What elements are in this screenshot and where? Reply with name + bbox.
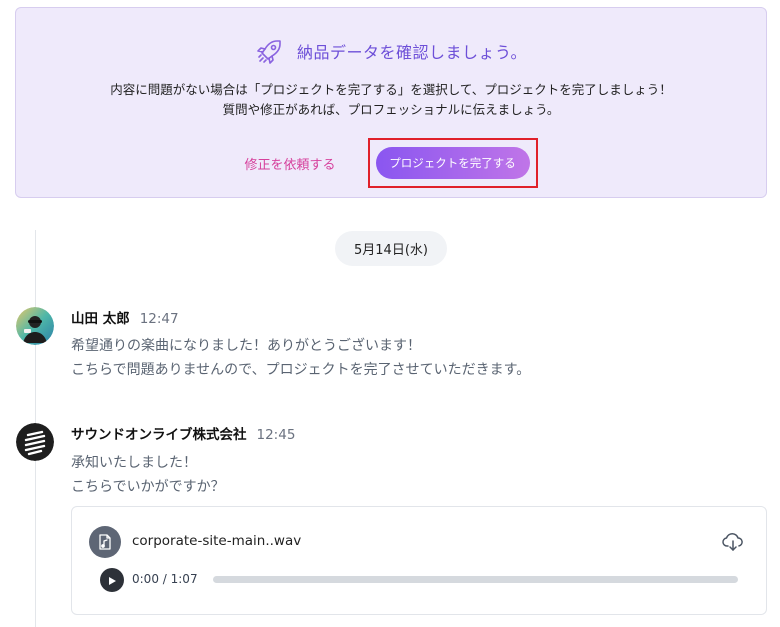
notice-title-row: 納品データを確認しましょう。 xyxy=(16,36,766,66)
message-line: 希望通りの楽曲になりました！ありがとうございます！ xyxy=(71,338,421,354)
notice-title: 納品データを確認しましょう。 xyxy=(296,43,528,62)
notice-line-1: 内容に問題がない場合は「プロジェクトを完了する」を選択して、プロジェクトを完了し… xyxy=(110,82,672,97)
play-icon xyxy=(107,571,117,590)
notice-actions: 修正を依頼する プロジェクトを完了する xyxy=(16,138,766,188)
message-line: こちらでいかがですか？ xyxy=(71,479,225,495)
message-time: 12:45 xyxy=(256,427,296,443)
avatar-company[interactable] xyxy=(16,423,54,461)
message-line: こちらで問題ありませんので、プロジェクトを完了させていただきます。 xyxy=(71,362,531,378)
download-icon[interactable] xyxy=(722,531,744,553)
notice-line-2: 質問や修正があれば、プロフェッショナルに伝えましょう。 xyxy=(222,102,560,117)
message-header: サウンドオンライブ株式会社 12:45 xyxy=(71,423,295,443)
complete-button-highlight: プロジェクトを完了する xyxy=(367,138,538,188)
audio-current-time: 0:00 xyxy=(132,572,159,586)
message-body: 承知いたしました！ こちらでいかがですか？ xyxy=(71,451,225,499)
delivery-notice-banner: 納品データを確認しましょう。 内容に問題がない場合は「プロジェクトを完了する」を… xyxy=(15,7,767,198)
complete-project-button[interactable]: プロジェクトを完了する xyxy=(375,147,530,179)
audio-duration: 1:07 xyxy=(170,572,198,586)
rocket-icon xyxy=(255,36,285,66)
message-line: 承知いたしました！ xyxy=(71,455,197,471)
audio-time-readout: 0:00 / 1:07 xyxy=(132,572,198,586)
notice-description: 内容に問題がない場合は「プロジェクトを完了する」を選択して、プロジェクトを完了し… xyxy=(16,80,766,120)
date-separator: 5月14日(水) xyxy=(335,231,447,266)
audio-time-separator: / xyxy=(158,572,171,586)
request-revision-link[interactable]: 修正を依頼する xyxy=(244,154,335,173)
message-header: 山田 太郎 12:47 xyxy=(71,307,179,327)
audio-attachment-card: corporate-site-main..wav 0:00 / 1:07 xyxy=(71,506,767,615)
message-body: 希望通りの楽曲になりました！ありがとうございます！ こちらで問題ありませんので、… xyxy=(71,334,530,382)
sender-name: 山田 太郎 xyxy=(71,311,130,327)
play-button[interactable] xyxy=(100,568,124,592)
message-time: 12:47 xyxy=(139,311,179,327)
file-audio-icon xyxy=(89,526,121,558)
avatar-user[interactable] xyxy=(16,307,54,345)
attachment-file-name[interactable]: corporate-site-main..wav xyxy=(132,533,301,549)
audio-progress-bar[interactable] xyxy=(213,576,738,583)
sender-name: サウンドオンライブ株式会社 xyxy=(71,427,247,443)
